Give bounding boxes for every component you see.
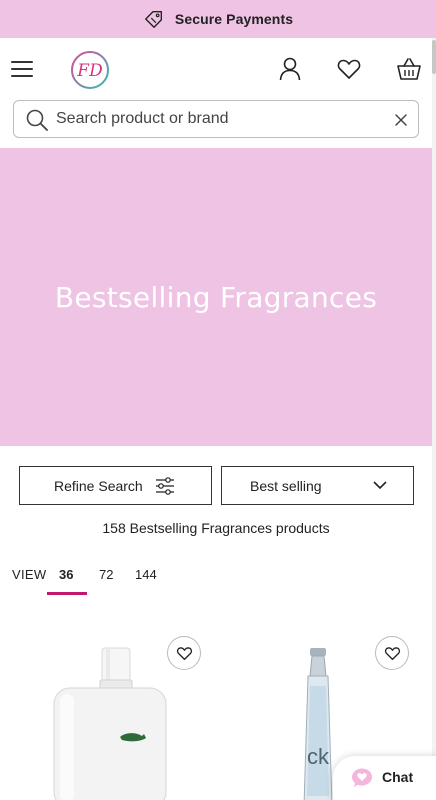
add-to-wishlist-button[interactable] [375, 636, 409, 670]
basket-icon[interactable] [396, 56, 422, 82]
account-icon[interactable] [277, 56, 303, 82]
logo-text: FD [76, 61, 103, 81]
chat-label: Chat [382, 769, 414, 785]
site-header: FD [0, 38, 436, 98]
search-input[interactable] [56, 106, 386, 132]
view-label: VIEW [12, 567, 47, 582]
promo-bar: Secure Payments [0, 0, 436, 38]
view-option-36[interactable]: 36 [59, 567, 73, 582]
view-option-144[interactable]: 144 [135, 567, 157, 582]
refine-search-label: Refine Search [54, 478, 143, 494]
site-logo[interactable]: FD [70, 50, 110, 90]
product-card[interactable] [10, 628, 210, 800]
product-image-lacoste[interactable] [50, 646, 170, 800]
sliders-icon [156, 477, 174, 495]
tag-icon [144, 10, 162, 28]
close-icon[interactable] [394, 113, 408, 127]
ck-brand-mark: ck [307, 744, 330, 769]
refine-search-button[interactable]: Refine Search [19, 466, 212, 505]
scrollbar-thumb[interactable] [432, 40, 436, 74]
sort-dropdown[interactable]: Best selling [221, 466, 414, 505]
wishlist-heart-icon[interactable] [336, 56, 362, 82]
scrollbar[interactable] [432, 38, 436, 800]
hero-banner: Bestselling Fragrances [0, 148, 432, 446]
heart-icon [176, 646, 192, 660]
heart-icon [384, 646, 400, 660]
active-view-underline [47, 592, 87, 595]
page-title: Bestselling Fragrances [54, 280, 378, 314]
chat-button[interactable]: Chat [333, 756, 436, 800]
result-count: 158 Bestselling Fragrances products [102, 520, 330, 536]
chevron-down-icon [373, 481, 387, 490]
add-to-wishlist-button[interactable] [167, 636, 201, 670]
chat-bubble-icon [352, 768, 372, 787]
menu-icon[interactable] [11, 61, 33, 77]
view-per-page: VIEW 36 72 144 [12, 566, 212, 596]
sort-selected-value: Best selling [250, 478, 322, 494]
search-icon[interactable] [25, 108, 49, 132]
search-bar [13, 100, 419, 138]
view-option-72[interactable]: 72 [99, 567, 113, 582]
promo-text: Secure Payments [174, 11, 294, 27]
